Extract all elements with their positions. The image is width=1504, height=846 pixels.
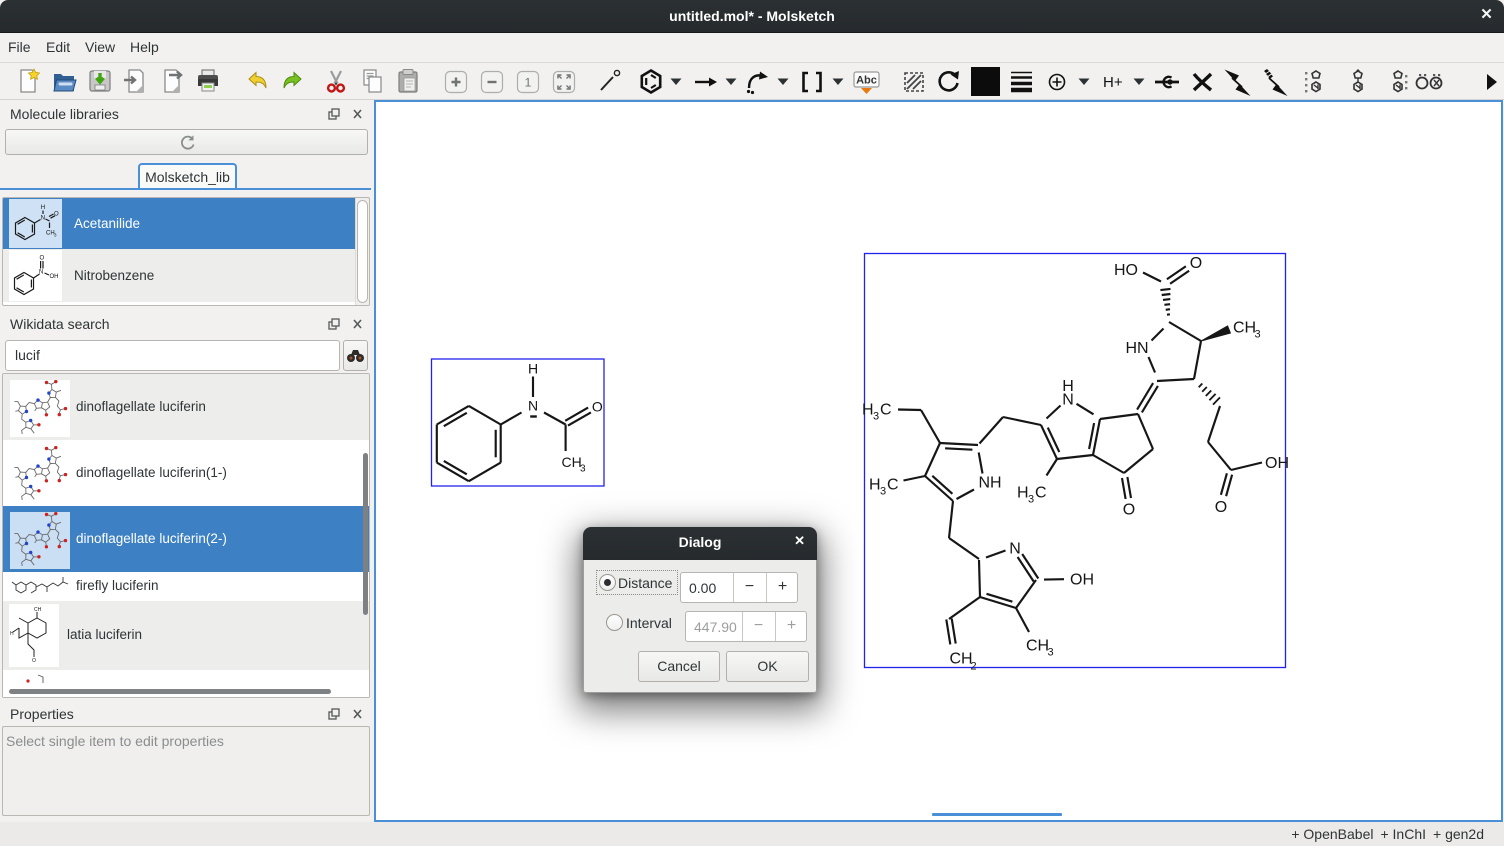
svg-text:2: 2: [971, 661, 977, 673]
svg-text:3: 3: [880, 486, 886, 498]
svg-text:H: H: [41, 205, 45, 211]
svg-text:H+: H+: [1103, 74, 1123, 91]
svg-text:H: H: [869, 477, 881, 494]
svg-text:3: 3: [580, 464, 586, 475]
svg-text:CH: CH: [1233, 320, 1256, 337]
svg-text:3: 3: [1028, 494, 1034, 506]
svg-text:HN: HN: [1125, 340, 1148, 357]
svg-text:Abc: Abc: [856, 75, 877, 87]
svg-text:N: N: [528, 398, 538, 414]
svg-text:O: O: [1123, 502, 1135, 519]
svg-text:H: H: [1017, 485, 1029, 502]
svg-text:O: O: [1215, 499, 1227, 516]
svg-text:N: N: [1009, 541, 1021, 558]
svg-text:N: N: [39, 270, 43, 276]
svg-text:CH: CH: [34, 607, 42, 613]
svg-text:C: C: [887, 477, 899, 494]
svg-text:3: 3: [1048, 647, 1054, 659]
svg-text:O: O: [1190, 255, 1202, 272]
svg-text:OH: OH: [1265, 455, 1289, 472]
svg-text:OH: OH: [1070, 572, 1094, 589]
svg-text:C: C: [880, 402, 892, 419]
svg-text:N: N: [41, 216, 45, 222]
svg-text:H: H: [10, 631, 14, 637]
svg-text:1: 1: [525, 76, 532, 90]
svg-text:NH: NH: [978, 475, 1001, 492]
svg-text:HO: HO: [1114, 262, 1138, 279]
svg-text:O: O: [54, 212, 59, 218]
svg-text:OH: OH: [50, 274, 59, 280]
svg-text:O: O: [32, 658, 36, 664]
svg-text:H: H: [862, 402, 874, 419]
svg-text:N: N: [1062, 392, 1074, 409]
svg-text:CH: CH: [1026, 638, 1049, 655]
svg-text:3: 3: [873, 411, 879, 423]
svg-text:H: H: [528, 361, 538, 377]
svg-text:O: O: [40, 256, 45, 262]
svg-text:CH: CH: [950, 651, 973, 668]
svg-text:C: C: [1035, 485, 1047, 502]
svg-text:CH: CH: [562, 454, 582, 470]
svg-text:3: 3: [1255, 329, 1261, 341]
svg-text:O: O: [592, 399, 603, 415]
